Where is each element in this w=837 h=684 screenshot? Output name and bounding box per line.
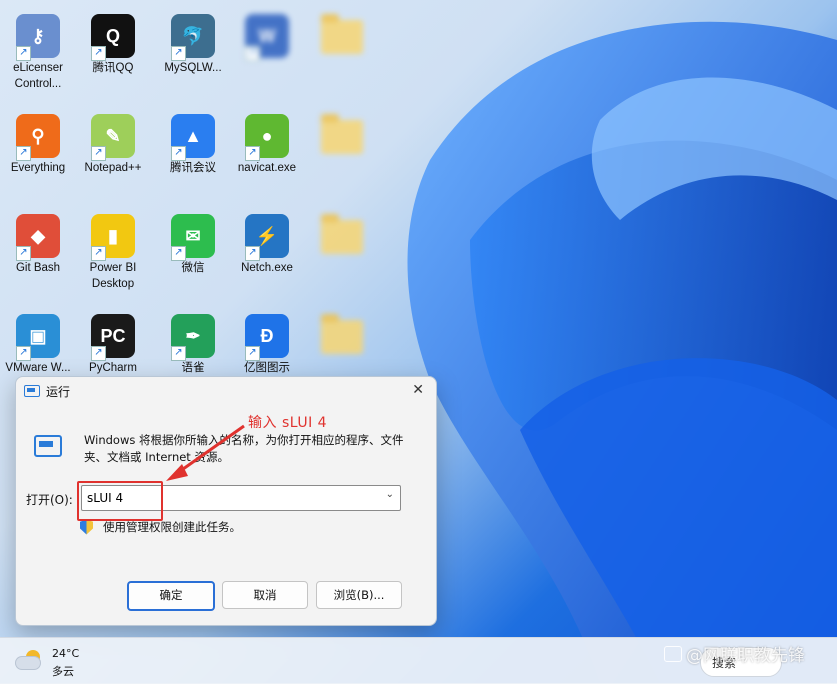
dialog-title: 运行 [46,384,71,399]
folder-icon [321,314,363,354]
annotation-text: 输入 sLUI 4 [248,415,328,431]
shortcut-arrow-icon: ↗ [16,46,31,61]
shortcut-label: 亿图图示 [244,362,290,374]
shortcut-label: 腾讯会议 [170,162,216,174]
folder-icon [321,214,363,254]
shortcut-arrow-icon: ↗ [91,46,106,61]
run-icon [24,385,40,397]
shortcut-label: 微信 [181,262,205,274]
watermark-text: @网联职教先锋 [686,646,805,666]
folder-icon[interactable] [306,110,378,192]
dialog-description: Windows 将根据你所输入的名称，为你打开相应的程序、文件夹、文档或 Int… [84,433,404,464]
shortcut-arrow-icon: ↗ [91,246,106,261]
shortcut-arrow-icon: ↗ [91,346,106,361]
shortcut-arrow-icon: ↗ [171,146,186,161]
shortcut-arrow-icon: ↗ [16,346,31,361]
shortcut-arrow-icon: ↗ [16,146,31,161]
watermark: @网联职教先锋 [664,641,805,666]
desktop-shortcut[interactable]: ▲ ↗ 腾讯会议 [157,108,229,190]
desktop-shortcut[interactable]: W ↗ [231,8,303,90]
folder-icon[interactable] [306,210,378,292]
weather-temperature[interactable]: 24°C [52,647,79,660]
run-icon [34,435,62,457]
weather-icon[interactable] [16,650,42,670]
shortcut-label: navicat.exe [237,162,297,174]
shortcut-label: VMware W... [5,362,71,374]
shortcut-label: Notepad++ [84,162,142,174]
close-icon[interactable]: ✕ [412,382,424,398]
folder-icon[interactable] [306,10,378,92]
shortcut-label: MySQLW... [164,62,222,74]
shortcut-arrow-icon: ↗ [91,146,106,161]
shortcut-arrow-icon: ↗ [171,46,186,61]
desktop-shortcut[interactable]: ⚷ ↗ eLicenser Control... [2,8,74,90]
desktop-shortcut[interactable]: ✉ ↗ 微信 [157,208,229,290]
shortcut-label: Git Bash [15,262,61,274]
desktop-shortcut[interactable]: ✎ ↗ Notepad++ [77,108,149,190]
folder-icon [321,114,363,154]
chevron-down-icon[interactable]: ⌄ [386,489,394,500]
cancel-button[interactable]: 取消 [222,581,308,609]
shortcut-arrow-icon: ↗ [245,346,260,361]
desktop-shortcut[interactable]: Q ↗ 腾讯QQ [77,8,149,90]
desktop-shortcut[interactable]: ● ↗ navicat.exe [231,108,303,190]
cloud-icon [16,657,40,669]
shield-icon [80,519,93,535]
shortcut-label: 语雀 [181,362,205,374]
open-label: 打开(O): [26,493,73,507]
shortcut-label: eLicenser Control... [13,62,63,90]
desktop-shortcut[interactable]: ⚡ ↗ Netch.exe [231,208,303,290]
shortcut-label: Power BI Desktop [89,262,137,290]
ok-button[interactable]: 确定 [127,581,215,611]
shortcut-arrow-icon: ↗ [171,246,186,261]
weather-condition[interactable]: 多云 [52,663,74,679]
folder-icon [321,14,363,54]
shortcut-label: Netch.exe [241,262,293,274]
desktop-shortcut[interactable]: ⚲ ↗ Everything [2,108,74,190]
desktop-shortcut[interactable]: ▮ ↗ Power BI Desktop [77,208,149,290]
shortcut-arrow-icon: ↗ [245,246,260,261]
desktop-shortcut[interactable]: 🐬 ↗ MySQLW... [157,8,229,90]
shortcut-label: Everything [10,162,66,174]
dialog-titlebar[interactable]: 运行 [16,377,436,405]
shortcut-arrow-icon: ↗ [16,246,31,261]
shortcut-arrow-icon: ↗ [245,146,260,161]
camera-icon [664,646,682,662]
desktop-shortcut[interactable]: ◆ ↗ Git Bash [2,208,74,290]
shortcut-arrow-icon: ↗ [245,46,260,61]
annotation-highlight-box [77,481,163,521]
shortcut-arrow-icon: ↗ [171,346,186,361]
browse-button[interactable]: 浏览(B)... [316,581,402,609]
admin-note: 使用管理权限创建此任务。 [103,520,241,534]
shortcut-label: 腾讯QQ [92,62,134,74]
shortcut-label: PyCharm [89,362,137,374]
